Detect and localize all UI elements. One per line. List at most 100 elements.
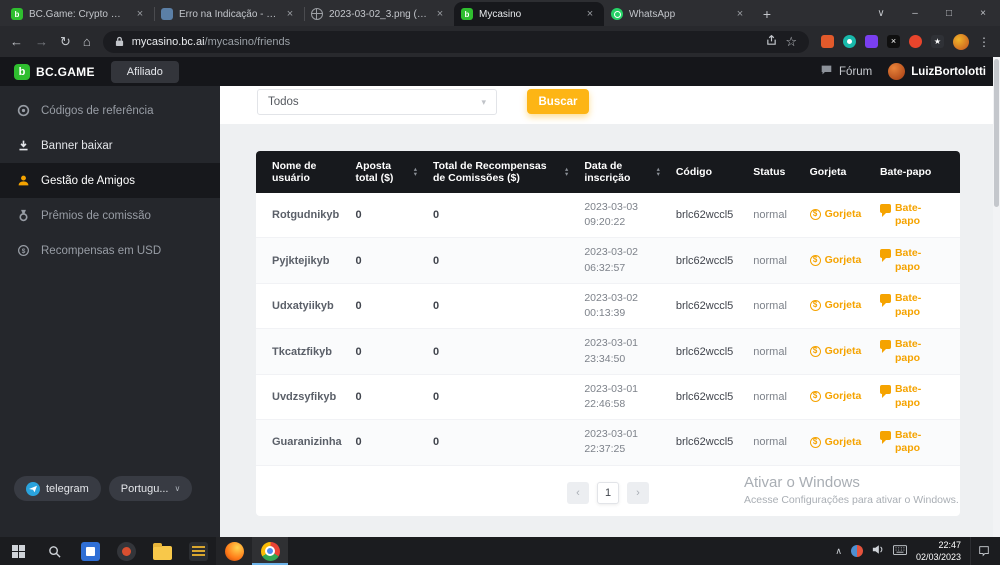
dollar-icon: $ (16, 244, 31, 257)
pagination-prev-icon[interactable]: ‹ (567, 482, 589, 504)
windows-taskbar: ∧ 22:47 02/03/2023 (0, 537, 1000, 565)
tip-link[interactable]: Gorjeta (810, 345, 864, 359)
tab-close-icon[interactable]: × (283, 7, 297, 21)
taskbar-app-1[interactable] (72, 537, 108, 565)
tip-link[interactable]: Gorjeta (810, 254, 864, 268)
tip-link[interactable]: Gorjeta (810, 208, 864, 222)
page-scrollbar[interactable] (993, 57, 1000, 537)
telegram-button[interactable]: telegram (14, 476, 101, 501)
taskbar-browser-2[interactable] (216, 537, 252, 565)
tip-link[interactable]: Gorjeta (810, 299, 864, 313)
sidebar-item-usd-rewards[interactable]: $ Recompensas em USD (0, 233, 220, 268)
tip-label: Gorjeta (825, 345, 862, 359)
browser-tab-whatsapp[interactable]: WhatsApp × (604, 2, 754, 26)
bcgame-logo[interactable]: b BC.GAME (14, 64, 95, 80)
taskbar-clock[interactable]: 22:47 02/03/2023 (916, 539, 961, 563)
reload-icon[interactable]: ↻ (60, 34, 71, 50)
tab-close-icon[interactable]: × (133, 7, 147, 21)
chat-link[interactable]: Bate-papo (880, 338, 952, 365)
sidebar-item-referral-codes[interactable]: Códigos de referência (0, 93, 220, 128)
tip-link[interactable]: Gorjeta (810, 390, 864, 404)
tab-close-icon[interactable]: × (433, 7, 447, 21)
address-bar[interactable]: mycasino.bc.ai/mycasino/friends ☆ (103, 31, 809, 53)
taskbar-chrome[interactable] (252, 537, 288, 565)
action-center-icon[interactable] (970, 537, 996, 565)
browser-tab-mycasino[interactable]: b Mycasino × (454, 2, 604, 26)
affiliate-tab[interactable]: Afiliado (111, 61, 179, 83)
col-commission[interactable]: Total de Recompensas de Comissões ($) (425, 151, 576, 193)
browser-profile-avatar[interactable] (953, 34, 969, 50)
extension-icon-4[interactable] (887, 35, 900, 48)
tray-chevron-icon[interactable]: ∧ (835, 546, 842, 557)
extension-icon-6[interactable] (931, 35, 944, 48)
chat-link[interactable]: Bate-papo (880, 429, 952, 456)
windows-logo-icon (12, 545, 25, 558)
browser-ball-icon (225, 542, 244, 561)
sidebar-item-commission-prizes[interactable]: Prêmios de comissão (0, 198, 220, 233)
extension-icon-3[interactable] (865, 35, 878, 48)
chat-link[interactable]: Bate-papo (880, 292, 952, 319)
bcgame-logo-icon: b (14, 64, 30, 80)
window-minimize-icon[interactable]: – (898, 0, 932, 26)
chat-bubble-icon (880, 294, 891, 303)
extension-icon-5[interactable] (909, 35, 922, 48)
extension-icon-1[interactable] (821, 35, 834, 48)
forum-link[interactable]: Fórum (820, 64, 872, 79)
taskbar-search-button[interactable] (36, 537, 72, 565)
folder-icon (153, 546, 172, 560)
tray-app-icon[interactable] (851, 545, 863, 557)
window-close-icon[interactable]: × (966, 0, 1000, 26)
search-button[interactable]: Buscar (527, 89, 589, 114)
share-icon[interactable] (766, 33, 777, 51)
pagination-page-1[interactable]: 1 (597, 482, 619, 504)
taskbar-file-explorer[interactable] (144, 537, 180, 565)
window-maximize-icon[interactable]: □ (932, 0, 966, 26)
sidebar: Códigos de referência Banner baixar Gest… (0, 86, 220, 537)
chat-link[interactable]: Bate-papo (880, 247, 952, 274)
back-icon[interactable]: ← (10, 34, 23, 49)
time-value: 22:37:25 (584, 442, 660, 457)
taskbar-app-2[interactable] (108, 537, 144, 565)
bookmark-star-icon[interactable]: ☆ (785, 34, 797, 50)
browser-tab-erro-indicacao[interactable]: Erro na Indicação - BC.Game × (154, 2, 304, 26)
browser-menu-icon[interactable]: ⋮ (978, 35, 990, 49)
cell-tip: Gorjeta (802, 329, 872, 374)
keyboard-icon[interactable] (893, 542, 907, 560)
cell-tip: Gorjeta (802, 374, 872, 419)
col-bet-total-label: Aposta total ($) (356, 160, 409, 184)
home-icon[interactable]: ⌂ (83, 34, 91, 49)
user-menu[interactable]: LuizBortolotti (888, 63, 986, 80)
forward-icon[interactable]: → (35, 34, 48, 49)
language-selector[interactable]: Portugu... ∨ (109, 476, 193, 501)
chat-link[interactable]: Bate-papo (880, 202, 952, 229)
new-tab-button[interactable]: + (754, 2, 780, 26)
sort-icon[interactable] (657, 167, 660, 177)
tab-close-icon[interactable]: × (583, 7, 597, 21)
filter-select[interactable]: Todos ▾ (257, 89, 497, 115)
window-menu-icon[interactable]: ∨ (864, 0, 898, 26)
tab-title: Mycasino (479, 9, 577, 20)
cell-code: brlc62wccl5 (668, 238, 745, 283)
sidebar-item-banner-download[interactable]: Banner baixar (0, 128, 220, 163)
browser-tab-bcgame[interactable]: b BC.Game: Crypto Casino Gam × (4, 2, 154, 26)
taskbar-app-3[interactable] (180, 537, 216, 565)
tab-close-icon[interactable]: × (733, 7, 747, 21)
scrollbar-thumb[interactable] (994, 59, 999, 207)
cell-tip: Gorjeta (802, 193, 872, 238)
col-bet-total[interactable]: Aposta total ($) (348, 151, 425, 193)
start-button[interactable] (0, 537, 36, 565)
cell-commission: 0 (425, 283, 576, 328)
col-signup-date[interactable]: Data de inscrição (576, 151, 668, 193)
sidebar-item-friends-management[interactable]: Gestão de Amigos (0, 163, 220, 198)
sort-icon[interactable] (565, 167, 568, 177)
forum-label: Fórum (839, 66, 872, 78)
sort-icon[interactable] (414, 167, 417, 177)
browser-tab-image[interactable]: 2023-03-02_3.png (1024×76 × (304, 2, 454, 26)
tip-link[interactable]: Gorjeta (810, 436, 864, 450)
extension-icon-2[interactable] (843, 35, 856, 48)
pagination-next-icon[interactable]: › (627, 482, 649, 504)
chat-link[interactable]: Bate-papo (880, 383, 952, 410)
chat-bubble-icon (880, 431, 891, 440)
speaker-icon[interactable] (872, 542, 884, 560)
time-value: 09:20:22 (584, 215, 660, 230)
